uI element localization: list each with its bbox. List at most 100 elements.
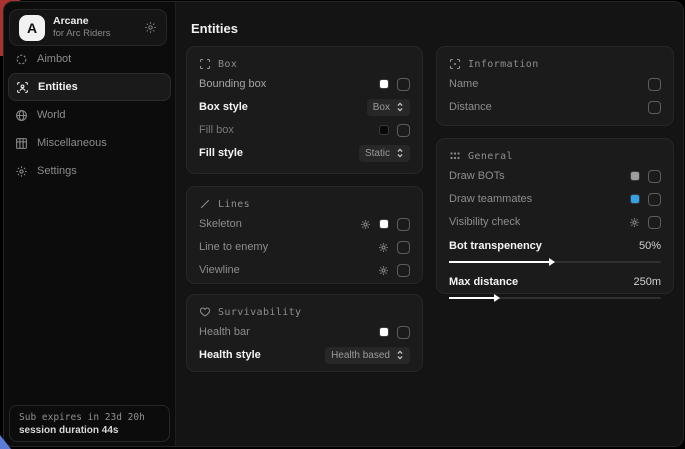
main-content: Entities Box Bounding box Box style	[177, 2, 683, 446]
entities-icon	[16, 81, 29, 94]
setting-row: Health bar	[199, 321, 410, 343]
checkbox[interactable]	[397, 78, 410, 91]
config-gear-icon[interactable]	[144, 21, 157, 34]
setting-label: Health bar	[199, 326, 250, 338]
slider-track[interactable]	[449, 297, 661, 299]
box-frame-icon	[199, 58, 211, 70]
panel-general-header: General	[449, 148, 661, 164]
setting-row: Fill style Static	[199, 142, 410, 164]
color-swatch[interactable]	[630, 194, 640, 204]
setting-label: Fill style	[199, 147, 243, 159]
slider-track[interactable]	[449, 261, 661, 263]
sidebar: A Arcane for Arc Riders Category Aimbot	[4, 2, 176, 446]
panel-box: Box Bounding box Box style Box	[186, 46, 423, 174]
logo-avatar: A	[19, 15, 45, 41]
setting-label: Visibility check	[449, 216, 520, 228]
setting-label: Name	[449, 78, 478, 90]
setting-label: Draw BOTs	[449, 170, 505, 182]
grid-icon	[15, 137, 28, 150]
panel-box-header: Box	[199, 56, 410, 72]
sub-expiry-text: Sub expires in 23d 20h	[19, 412, 160, 423]
setting-row: Fill box	[199, 119, 410, 141]
color-swatch[interactable]	[379, 327, 389, 337]
slider-label: Bot transpenency	[449, 240, 542, 252]
sidebar-item-label: Miscellaneous	[37, 137, 107, 149]
panel-title: Survivability	[218, 307, 301, 318]
checkbox[interactable]	[648, 101, 661, 114]
line-icon	[199, 198, 211, 210]
setting-row: Health style Health based	[199, 344, 410, 366]
updown-icon	[396, 148, 404, 158]
panel-survivability: Survivability Health bar Health style He…	[186, 294, 423, 372]
updown-icon	[396, 102, 404, 112]
setting-label: Line to enemy	[199, 241, 268, 253]
slider-value: 50%	[639, 240, 661, 252]
dots-grid-icon	[449, 150, 461, 162]
setting-label: Draw teammates	[449, 193, 532, 205]
slider-fill[interactable]	[449, 297, 494, 299]
setting-row: Skeleton	[199, 213, 410, 235]
sidebar-item-settings[interactable]: Settings	[4, 157, 175, 185]
sidebar-item-world[interactable]: World	[4, 101, 175, 129]
setting-row: Viewline	[199, 259, 410, 281]
panel-survivability-header: Survivability	[199, 304, 410, 320]
gear-icon[interactable]	[360, 219, 371, 230]
checkbox[interactable]	[648, 170, 661, 183]
panel-information: Information Name Distance	[436, 46, 674, 126]
color-swatch[interactable]	[630, 171, 640, 181]
dropdown-box-style[interactable]: Box	[367, 99, 410, 116]
setting-row: Bounding box	[199, 73, 410, 95]
crosshair-icon	[15, 53, 28, 66]
setting-label: Viewline	[199, 264, 240, 276]
gear-icon[interactable]	[378, 242, 389, 253]
sidebar-item-entities[interactable]: Entities	[8, 73, 171, 101]
slider-max-distance: Max distance 250m	[449, 273, 661, 299]
color-swatch[interactable]	[379, 219, 389, 229]
gear-icon[interactable]	[629, 217, 640, 228]
setting-row: Visibility check	[449, 211, 661, 233]
scan-icon	[449, 58, 461, 70]
dropdown-fill-style[interactable]: Static	[359, 145, 410, 162]
sidebar-item-miscellaneous[interactable]: Miscellaneous	[4, 129, 175, 157]
app-subtitle: for Arc Riders	[53, 28, 111, 40]
panel-title: Box	[218, 59, 237, 70]
setting-row: Name	[449, 73, 661, 95]
setting-row: Draw BOTs	[449, 165, 661, 187]
slider-fill[interactable]	[449, 261, 549, 263]
dropdown-health-style[interactable]: Health based	[325, 347, 410, 364]
slider-label: Max distance	[449, 276, 518, 288]
setting-label: Distance	[449, 101, 492, 113]
mouse-cursor	[0, 435, 11, 449]
panel-lines-header: Lines	[199, 196, 410, 212]
checkbox[interactable]	[397, 218, 410, 231]
checkbox[interactable]	[397, 241, 410, 254]
checkbox[interactable]	[397, 124, 410, 137]
checkbox[interactable]	[397, 264, 410, 277]
setting-label: Box style	[199, 101, 248, 113]
session-duration-text: session duration 44s	[19, 425, 160, 436]
color-swatch[interactable]	[379, 79, 389, 89]
panel-information-header: Information	[449, 56, 661, 72]
checkbox[interactable]	[648, 78, 661, 91]
setting-row: Box style Box	[199, 96, 410, 118]
checkbox[interactable]	[648, 193, 661, 206]
color-swatch[interactable]	[379, 125, 389, 135]
updown-icon	[396, 350, 404, 360]
slider-value: 250m	[633, 276, 661, 288]
gear-icon[interactable]	[378, 265, 389, 276]
page-title: Entities	[191, 21, 238, 36]
heart-pulse-icon	[199, 306, 211, 318]
gear-icon	[15, 165, 28, 178]
subscription-info-card: Sub expires in 23d 20h session duration …	[9, 405, 170, 442]
sidebar-item-aimbot[interactable]: Aimbot	[4, 45, 175, 73]
checkbox[interactable]	[648, 216, 661, 229]
setting-row: Line to enemy	[199, 236, 410, 258]
setting-row: Draw teammates	[449, 188, 661, 210]
app-title: Arcane	[53, 15, 111, 27]
sidebar-nav: Aimbot Entities World Miscellaneous	[4, 45, 175, 185]
checkbox[interactable]	[397, 326, 410, 339]
sidebar-item-label: Aimbot	[37, 53, 71, 65]
panel-title: Information	[468, 59, 539, 70]
logo-text: Arcane for Arc Riders	[53, 15, 111, 40]
panel-title: Lines	[218, 199, 250, 210]
